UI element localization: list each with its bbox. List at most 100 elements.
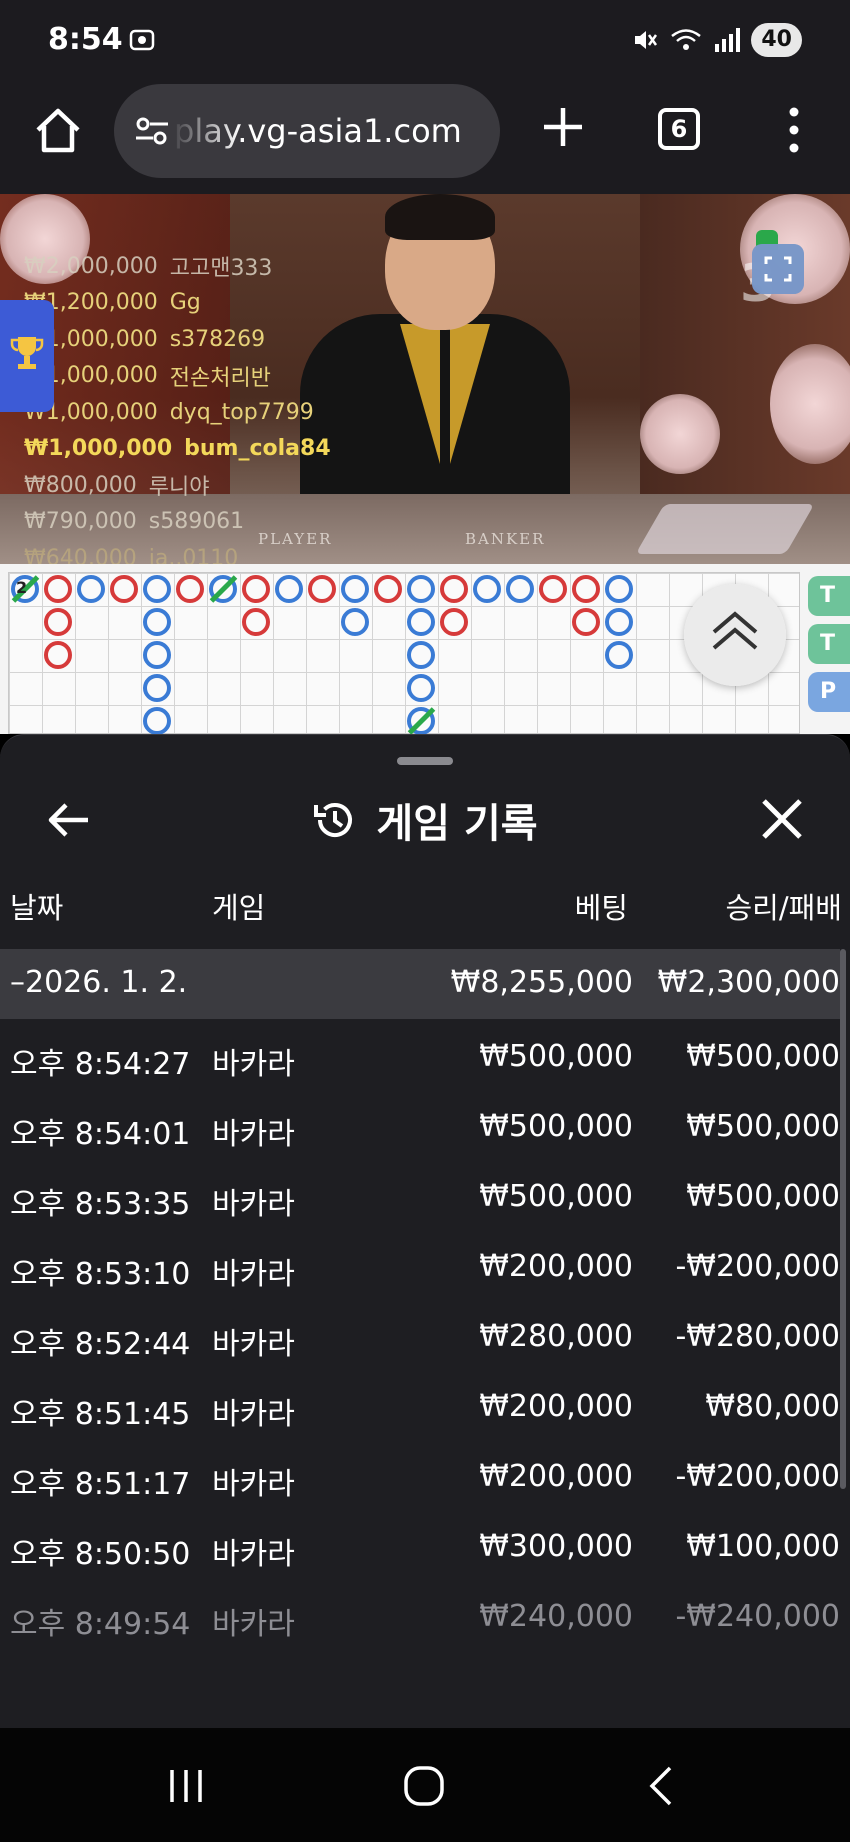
history-result: ₩80,000 (705, 1389, 840, 1424)
leaderboard-amount: ₩800,000 (24, 472, 137, 498)
history-time: 오후 8:53:10 (10, 1257, 191, 1292)
close-icon[interactable] (756, 793, 808, 845)
address-bar[interactable]: play.vg-asia1.com (114, 84, 500, 178)
date-group-total-bet: ₩8,255,000 (450, 965, 633, 1000)
sheet-title: 게임 기록 (376, 801, 538, 847)
leaderboard-player-name: s378269 (169, 326, 266, 352)
site-settings-icon[interactable] (134, 116, 170, 146)
col-header-bet[interactable]: 베팅 (575, 885, 628, 927)
expand-fullscreen-icon[interactable] (752, 244, 804, 294)
leaderboard-amount: ₩640,000 (24, 545, 137, 564)
history-row[interactable]: 오후 8:54:01 바카라 ₩500,000 ₩500,000 (0, 1095, 840, 1165)
home-circle-icon[interactable] (402, 1764, 446, 1808)
leaderboard-row: ₩790,000 s589061 (24, 504, 331, 541)
side-tab-3[interactable]: P (808, 672, 850, 712)
history-result: ₩500,000 (686, 1109, 840, 1144)
history-bet: ₩280,000 (479, 1319, 633, 1354)
browser-toolbar: play.vg-asia1.com 6 (0, 80, 850, 194)
banker-bead (242, 608, 270, 636)
history-time: 오후 8:53:35 (10, 1187, 191, 1222)
player-bead (407, 608, 435, 636)
history-row[interactable]: 오후 8:52:44 바카라 ₩280,000 -₩280,000 (0, 1305, 840, 1375)
banker-bead (440, 575, 468, 603)
side-tab-1[interactable]: T (808, 576, 850, 616)
player-bead (143, 641, 171, 669)
history-bet: ₩300,000 (479, 1529, 633, 1564)
history-result: ₩500,000 (686, 1179, 840, 1214)
leaderboard-toggle[interactable] (0, 300, 54, 412)
history-time: 오후 8:50:50 (10, 1537, 191, 1572)
history-result: -₩200,000 (675, 1459, 840, 1494)
new-tab-plus-icon[interactable] (540, 104, 586, 150)
player-bead (341, 575, 369, 603)
leaderboard-row: ₩2,000,000 고고맨333 (24, 248, 331, 285)
blossom-decoration (640, 394, 720, 474)
leaderboard-row: ₩800,000 루니야 (24, 467, 331, 504)
history-game: 바카라 (212, 1257, 295, 1292)
banker-bead (242, 575, 270, 603)
history-time: 오후 8:52:44 (10, 1327, 191, 1362)
col-header-date[interactable]: 날짜 (10, 885, 63, 927)
history-row[interactable]: 오후 8:53:35 바카라 ₩500,000 ₩500,000 (0, 1165, 840, 1235)
table-banker-label: BANKER (465, 530, 546, 548)
game-history-sheet: 게임 기록 날짜 게임 베팅 승리/패배 –2026. 1. 2. ₩8,255… (0, 734, 850, 1728)
side-tab-2[interactable]: T (808, 624, 850, 664)
date-group-label: –2026. 1. 2. (10, 965, 188, 1000)
status-icons: 40 (631, 22, 802, 58)
history-row[interactable]: 오후 8:51:17 바카라 ₩200,000 -₩200,000 (0, 1445, 840, 1515)
recent-apps-icon[interactable] (166, 1766, 206, 1806)
player-bead (407, 575, 435, 603)
back-chevron-icon[interactable] (646, 1764, 676, 1808)
player-bead (143, 707, 171, 735)
history-game: 바카라 (212, 1467, 295, 1502)
history-time: 오후 8:54:27 (10, 1047, 191, 1082)
history-row[interactable]: 오후 8:54:27 바카라 ₩500,000 ₩500,000 (0, 1025, 840, 1095)
banker-bead (44, 575, 72, 603)
player-bead (473, 575, 501, 603)
history-row[interactable]: 오후 8:49:54 바카라 ₩240,000 -₩240,000 (0, 1585, 840, 1655)
leaderboard-player-name: Gg (169, 290, 201, 316)
leaderboard-player-name: 전손처리반 (169, 365, 271, 391)
sheet-grabber[interactable] (397, 757, 453, 765)
banker-bead (374, 575, 402, 603)
col-header-game[interactable]: 게임 (212, 885, 265, 927)
road-label: 2 (16, 578, 28, 597)
history-row[interactable]: 오후 8:51:45 바카라 ₩200,000 ₩80,000 (0, 1375, 840, 1445)
scroll-up-chevrons-icon[interactable] (684, 584, 786, 686)
banker-bead (572, 608, 600, 636)
history-result: -₩240,000 (675, 1599, 840, 1634)
player-bead (605, 608, 633, 636)
history-result: ₩100,000 (686, 1529, 840, 1564)
date-group-total-result: ₩2,300,000 (657, 965, 840, 1000)
player-bead (605, 575, 633, 603)
screen-recorder-icon (129, 29, 155, 51)
history-time: 오후 8:51:17 (10, 1467, 191, 1502)
history-result: ₩500,000 (686, 1039, 840, 1074)
leaderboard-player-name: bum_cola84 (184, 436, 331, 462)
history-bet: ₩500,000 (479, 1109, 633, 1144)
history-game: 바카라 (212, 1537, 295, 1572)
dealer-lapel (450, 324, 520, 464)
history-row[interactable]: 오후 8:50:50 바카라 ₩300,000 ₩100,000 (0, 1515, 840, 1585)
history-icon (314, 803, 353, 837)
tab-switcher-icon[interactable]: 6 (658, 108, 700, 150)
history-game: 바카라 (212, 1327, 295, 1362)
player-bead (143, 575, 171, 603)
list-scrollbar[interactable] (840, 949, 846, 1489)
live-video-feed[interactable]: PLAYER BANKER ₩2,000,000 고고맨333 ₩1,200,000… (0, 194, 850, 564)
road-grid (8, 572, 800, 735)
more-menu-icon[interactable] (782, 106, 806, 154)
leaderboard-player-name: dyq_top7799 (169, 399, 314, 425)
mute-icon (635, 31, 658, 49)
history-time: 오후 8:54:01 (10, 1117, 191, 1152)
col-header-result[interactable]: 승리/패배 (726, 885, 843, 927)
date-group-row[interactable]: –2026. 1. 2. ₩8,255,000 ₩2,300,000 (0, 949, 840, 1019)
leaderboard-row: ₩1,000,000 s378269 (24, 321, 331, 358)
home-icon[interactable] (32, 104, 84, 156)
blossom-decoration (770, 344, 850, 464)
player-bead (407, 641, 435, 669)
history-row[interactable]: 오후 8:53:10 바카라 ₩200,000 -₩200,000 (0, 1235, 840, 1305)
leaderboard-amount: ₩2,000,000 (24, 253, 158, 279)
history-game: 바카라 (212, 1607, 295, 1642)
history-bet: ₩200,000 (479, 1459, 633, 1494)
